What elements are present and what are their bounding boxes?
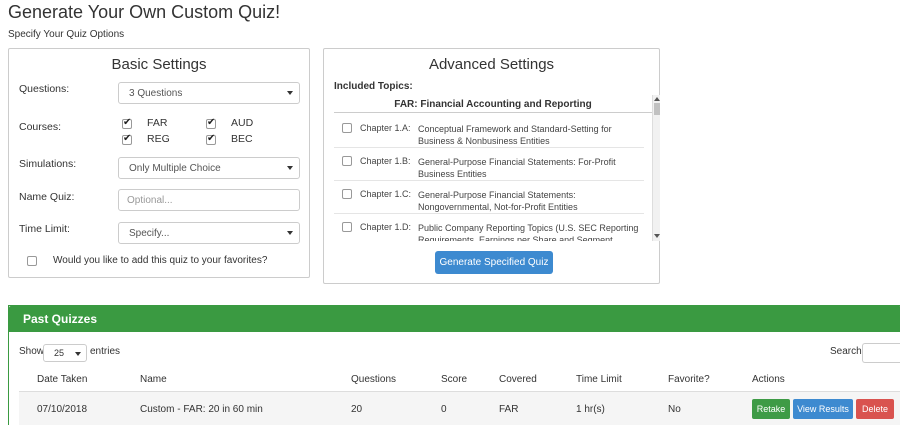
simulations-select[interactable]: Only Multiple Choice <box>118 157 300 179</box>
row-questions: 20 <box>351 404 363 415</box>
name-quiz-input[interactable]: Optional... <box>118 189 300 211</box>
topic-row[interactable]: Chapter 1.A: Conceptual Framework and St… <box>334 115 644 148</box>
topic-checkbox[interactable] <box>342 123 352 133</box>
questions-label: Questions: <box>19 83 70 95</box>
topic-title: Conceptual Framework and Standard-Settin… <box>418 124 612 146</box>
row-covered: FAR <box>499 404 519 415</box>
questions-select-value: 3 Questions <box>129 87 183 99</box>
entries-label: entries <box>90 346 121 357</box>
row-score: 0 <box>441 404 447 415</box>
row-date: 07/10/2018 <box>37 404 88 415</box>
course-far-checkbox[interactable] <box>122 117 132 129</box>
name-quiz-placeholder: Optional... <box>127 194 173 206</box>
advanced-settings-heading: Advanced Settings <box>428 56 555 73</box>
courses-label: Courses: <box>19 121 62 133</box>
topic-row[interactable]: Chapter 1.C: General-Purpose Financial S… <box>334 181 644 214</box>
course-reg-label: REG <box>147 133 170 145</box>
basic-settings-heading: Basic Settings <box>111 56 207 73</box>
simulations-select-value: Only Multiple Choice <box>129 162 221 174</box>
table-row: 07/10/2018 Custom - FAR: 20 in 60 min 20… <box>19 392 900 425</box>
course-far-label: FAR <box>147 117 168 129</box>
time-limit-select[interactable]: Specify... <box>118 222 300 244</box>
chevron-down-icon <box>75 352 81 356</box>
col-score[interactable]: Score <box>441 374 467 385</box>
past-quizzes-header: Past Quizzes <box>9 306 900 332</box>
name-quiz-label: Name Quiz: <box>19 191 75 203</box>
chevron-down-icon <box>287 166 293 170</box>
topic-chapter: Chapter 1.A: <box>360 123 411 133</box>
col-name[interactable]: Name <box>140 374 167 385</box>
topic-row[interactable]: Chapter 1.D: Public Company Reporting To… <box>334 214 644 241</box>
topic-chapter: Chapter 1.D: <box>360 222 412 232</box>
row-name: Custom - FAR: 20 in 60 min <box>140 404 263 415</box>
col-favorite[interactable]: Favorite? <box>668 374 710 385</box>
show-label: Show <box>19 346 45 357</box>
topics-group-title: FAR: Financial Accounting and Reporting <box>394 99 592 110</box>
past-quizzes-panel: Past Quizzes Show 25 entries Search: Dat… <box>8 305 900 425</box>
course-aud-label: AUD <box>231 117 254 129</box>
simulations-label: Simulations: <box>19 158 77 170</box>
topic-checkbox[interactable] <box>342 222 352 232</box>
col-questions[interactable]: Questions <box>351 374 396 385</box>
page-subtitle: Specify Your Quiz Options <box>8 29 125 40</box>
advanced-settings-panel: Advanced Settings Included Topics: FAR: … <box>323 48 660 284</box>
scroll-up-arrow-icon[interactable] <box>654 97 660 101</box>
topics-divider <box>334 112 652 113</box>
chevron-down-icon <box>287 231 293 235</box>
favorites-label: Would you like to add this quiz to your … <box>53 255 268 266</box>
topic-checkbox[interactable] <box>342 156 352 166</box>
scroll-down-arrow-icon[interactable] <box>654 234 660 238</box>
col-time-limit[interactable]: Time Limit <box>576 374 622 385</box>
entries-length-select[interactable]: 25 <box>43 344 87 362</box>
col-actions[interactable]: Actions <box>752 374 785 385</box>
page-title: Generate Your Own Custom Quiz! <box>8 2 281 22</box>
topic-row[interactable]: Chapter 1.B: General-Purpose Financial S… <box>334 148 644 181</box>
search-label: Search: <box>830 346 865 357</box>
entries-length-value: 25 <box>54 348 65 358</box>
row-time-limit: 1 hr(s) <box>576 404 605 415</box>
course-aud-checkbox[interactable] <box>206 117 216 129</box>
topic-title: Public Company Reporting Topics (U.S. SE… <box>418 223 639 241</box>
scrollbar-thumb[interactable] <box>654 103 660 115</box>
course-reg-checkbox[interactable] <box>122 133 132 145</box>
col-date-taken[interactable]: Date Taken <box>37 374 87 385</box>
view-results-button[interactable]: View Results <box>793 399 853 419</box>
time-limit-label: Time Limit: <box>19 223 70 235</box>
questions-select[interactable]: 3 Questions <box>118 82 300 104</box>
basic-settings-panel: Basic Settings Questions: 3 Questions Co… <box>8 48 310 278</box>
col-covered[interactable]: Covered <box>499 374 537 385</box>
topics-list[interactable]: FAR: Financial Accounting and Reporting … <box>334 95 660 241</box>
chevron-down-icon <box>287 91 293 95</box>
topic-chapter: Chapter 1.B: <box>360 156 411 166</box>
course-bec-checkbox[interactable] <box>206 133 216 145</box>
included-topics-label: Included Topics: <box>334 81 413 92</box>
retake-button[interactable]: Retake <box>752 399 790 419</box>
delete-button[interactable]: Delete <box>856 399 894 419</box>
topic-title: General-Purpose Financial Statements: Fo… <box>418 157 616 179</box>
row-favorite: No <box>668 404 681 415</box>
topic-chapter: Chapter 1.C: <box>360 189 412 199</box>
topics-scrollbar[interactable] <box>652 95 660 241</box>
favorites-checkbox[interactable] <box>27 256 37 266</box>
topic-checkbox[interactable] <box>342 189 352 199</box>
time-limit-select-value: Specify... <box>129 227 170 239</box>
course-bec-label: BEC <box>231 133 253 145</box>
generate-quiz-button[interactable]: Generate Specified Quiz <box>435 251 553 274</box>
search-input[interactable] <box>862 343 900 363</box>
past-quizzes-table: Date Taken Name Questions Score Covered … <box>19 370 900 425</box>
topic-title: General-Purpose Financial Statements: No… <box>418 190 578 212</box>
